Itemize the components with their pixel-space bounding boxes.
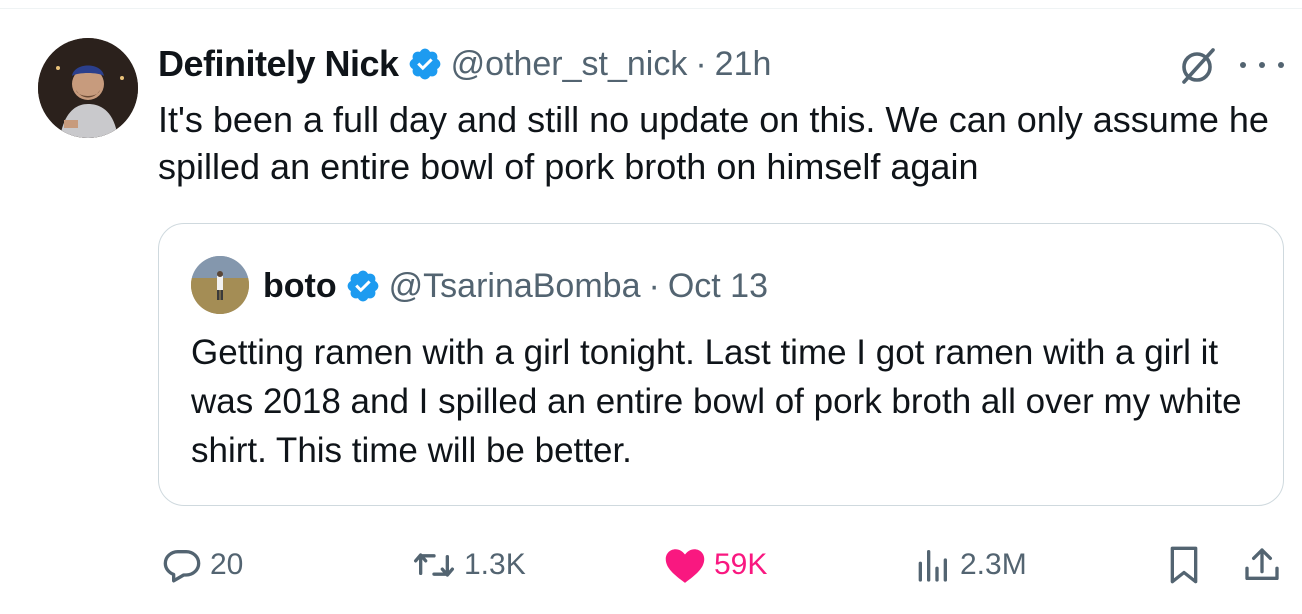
verified-badge-icon[interactable] (345, 268, 381, 304)
quoted-handle[interactable]: @TsarinaBomba (389, 267, 641, 306)
like-count: 59K (714, 548, 768, 581)
quoted-tweet-text: Getting ramen with a girl tonight. Last … (191, 333, 1242, 470)
tweet-text: It's been a full day and still no update… (158, 99, 1269, 187)
bar-chart-icon (912, 545, 952, 585)
reply-bubble-icon (162, 545, 202, 585)
author-avatar[interactable] (38, 38, 138, 138)
quoted-date[interactable]: Oct 13 (668, 267, 768, 306)
reply-count: 20 (210, 548, 244, 581)
share-button[interactable] (1242, 540, 1282, 590)
quoted-separator: · (648, 266, 660, 305)
author-display-name[interactable]: Definitely Nick (158, 43, 399, 85)
like-button[interactable]: 59K (664, 540, 767, 590)
quoted-tweet[interactable]: boto @TsarinaBomba · Oct 13 Getting rame… (158, 223, 1284, 506)
bookmark-button[interactable] (1166, 540, 1202, 590)
repost-count: 1.3K (464, 548, 526, 581)
tweet[interactable]: Definitely Nick @other_st_nick · 21h It'… (0, 0, 1302, 614)
repost-arrows-icon (412, 545, 456, 585)
heart-filled-icon (664, 545, 706, 585)
quoted-author-avatar[interactable] (191, 256, 249, 314)
views-button[interactable]: 2.3M (912, 540, 1027, 590)
header-separator: · (695, 44, 707, 83)
verified-badge-icon[interactable] (407, 46, 443, 82)
author-handle[interactable]: @other_st_nick (451, 45, 688, 84)
bookmark-icon (1166, 545, 1202, 585)
more-dots-icon[interactable] (1240, 50, 1284, 80)
views-count: 2.3M (960, 548, 1027, 581)
share-upload-icon (1242, 545, 1282, 585)
tweet-timestamp[interactable]: 21h (715, 45, 772, 84)
quoted-header: boto @TsarinaBomba · Oct 13 (263, 262, 768, 310)
repost-button[interactable]: 1.3K (412, 540, 526, 590)
reply-button[interactable]: 20 (162, 540, 243, 590)
action-bar: 20 1.3K 59K 2.3M (0, 540, 1302, 590)
quoted-display-name[interactable]: boto (263, 267, 337, 306)
tweet-header: Definitely Nick @other_st_nick · 21h (158, 40, 771, 88)
grok-icon[interactable] (1176, 44, 1220, 88)
